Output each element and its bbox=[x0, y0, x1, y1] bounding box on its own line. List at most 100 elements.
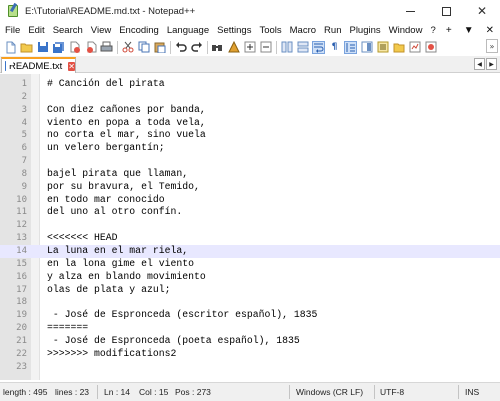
undo-icon[interactable] bbox=[174, 41, 187, 54]
menu-edit[interactable]: Edit bbox=[24, 25, 48, 36]
toolbar-overflow-button[interactable]: » bbox=[486, 39, 498, 53]
code-line[interactable]: 3 Con diez cañones por banda, bbox=[0, 104, 500, 117]
status-eol-format[interactable]: Windows (CR LF) bbox=[296, 383, 363, 401]
line-number: 1 bbox=[21, 79, 27, 89]
tab-scroll-left-button[interactable]: ◀ bbox=[474, 58, 485, 70]
close-window-button[interactable]: ✕ bbox=[464, 0, 500, 22]
cut-icon[interactable] bbox=[121, 41, 134, 54]
line-text: <<<<<<< HEAD bbox=[47, 232, 118, 244]
menu-view[interactable]: View bbox=[87, 25, 115, 36]
code-line[interactable]: 12 bbox=[0, 219, 500, 232]
menu-search[interactable]: Search bbox=[49, 25, 87, 36]
line-text: >>>>>>> modifications2 bbox=[47, 347, 177, 359]
document-map-icon[interactable] bbox=[360, 41, 373, 54]
code-line[interactable]: 5 no corta el mar, sino vuela bbox=[0, 129, 500, 142]
line-number: 8 bbox=[21, 168, 27, 179]
menu-language[interactable]: Language bbox=[163, 25, 213, 36]
editor-lines: 1 # Canción del pirata 2 3 Con diez cañones … bbox=[0, 78, 500, 373]
status-position: Pos : 273 bbox=[175, 387, 211, 397]
find-icon[interactable] bbox=[211, 41, 224, 54]
code-line[interactable]: 8 bajel pirata que llaman, bbox=[0, 168, 500, 181]
record-macro-icon[interactable] bbox=[424, 41, 437, 54]
redo-icon[interactable] bbox=[190, 41, 203, 54]
code-line[interactable]: 20 ======= bbox=[0, 322, 500, 335]
line-text: viento en popa a toda vela, bbox=[47, 116, 206, 128]
paste-icon[interactable] bbox=[153, 41, 166, 54]
code-line[interactable]: 2 bbox=[0, 91, 500, 104]
toolbar-separator bbox=[117, 40, 118, 54]
line-number: 7 bbox=[21, 156, 27, 167]
indent-guide-icon[interactable] bbox=[344, 40, 357, 54]
menu-help[interactable]: ? bbox=[426, 25, 439, 36]
maximize-button[interactable] bbox=[428, 0, 464, 22]
show-all-chars-icon[interactable]: ¶ bbox=[328, 41, 341, 54]
open-file-icon[interactable] bbox=[20, 41, 33, 54]
status-encoding[interactable]: UTF-8 bbox=[380, 383, 404, 401]
minimize-button[interactable] bbox=[392, 0, 428, 22]
code-line[interactable]: 22 >>>>>>> modifications2 bbox=[0, 348, 500, 361]
line-number: 20 bbox=[16, 323, 27, 334]
status-divider bbox=[289, 385, 290, 399]
save-all-icon[interactable] bbox=[52, 41, 65, 54]
menu-macro[interactable]: Macro bbox=[286, 25, 320, 36]
status-lines: lines : 23 bbox=[55, 387, 90, 397]
folder-workspace-icon[interactable] bbox=[392, 41, 405, 54]
close-icon[interactable]: ✕ bbox=[68, 61, 75, 71]
code-line[interactable]: 10 en todo mar conocido bbox=[0, 194, 500, 207]
new-tab-button[interactable]: + bbox=[440, 25, 458, 36]
menu-plugins[interactable]: Plugins bbox=[345, 25, 384, 36]
status-bar: length : 495 lines : 23 Ln : 14 Col : 15… bbox=[0, 382, 500, 401]
code-line[interactable]: 15 en la lona gime el viento bbox=[0, 258, 500, 271]
line-text: por su bravura, el Temido, bbox=[47, 180, 200, 192]
sync-horizontal-icon[interactable] bbox=[296, 41, 309, 54]
menu-run[interactable]: Run bbox=[320, 25, 345, 36]
close-tab-button[interactable]: ✕ bbox=[480, 25, 500, 36]
close-icon[interactable] bbox=[68, 41, 81, 54]
word-wrap-icon[interactable] bbox=[312, 40, 325, 54]
new-file-icon[interactable] bbox=[4, 41, 17, 54]
function-list-icon[interactable] bbox=[376, 41, 389, 54]
tab-bar: README.txt ✕ ◀ ▶ bbox=[0, 56, 500, 73]
code-line[interactable]: 16 y alza en blando movimiento bbox=[0, 271, 500, 284]
zoom-out-icon[interactable] bbox=[259, 41, 272, 54]
save-icon[interactable] bbox=[36, 41, 49, 54]
line-number: 11 bbox=[16, 207, 27, 218]
editor-area[interactable]: 1 # Canción del pirata 2 3 Con diez cañones … bbox=[0, 74, 500, 380]
title-bar: E:\Tutorial\README.md.txt - Notepad++ ✕ bbox=[0, 0, 500, 22]
menu-settings[interactable]: Settings bbox=[213, 25, 255, 36]
code-line[interactable]: 21 - José de Espronceda (poeta español),… bbox=[0, 335, 500, 348]
current-line[interactable]: 14 La luna en el mar riela, bbox=[0, 244, 500, 258]
code-line[interactable]: 18 bbox=[0, 296, 500, 309]
menu-window[interactable]: Window bbox=[385, 25, 427, 36]
menu-file[interactable]: File bbox=[0, 25, 24, 36]
zoom-in-icon[interactable] bbox=[243, 41, 256, 54]
copy-icon[interactable] bbox=[137, 41, 150, 54]
code-line[interactable]: 9 por su bravura, el Temido, bbox=[0, 181, 500, 194]
menu-encoding[interactable]: Encoding bbox=[115, 25, 163, 36]
line-number: 10 bbox=[16, 194, 27, 205]
monitoring-icon[interactable] bbox=[408, 41, 421, 54]
code-line[interactable]: 17 olas de plata y azul; bbox=[0, 284, 500, 297]
tab-list-button[interactable]: ▼ bbox=[458, 25, 480, 36]
menu-tools[interactable]: Tools bbox=[255, 25, 285, 36]
toolbar-separator bbox=[170, 40, 171, 54]
print-icon[interactable] bbox=[100, 41, 113, 54]
line-number: 5 bbox=[21, 130, 27, 141]
code-line[interactable]: 6 un velero bergantín; bbox=[0, 142, 500, 155]
line-number: 6 bbox=[21, 143, 27, 154]
window-title: E:\Tutorial\README.md.txt - Notepad++ bbox=[25, 5, 196, 17]
code-line[interactable]: 7 bbox=[0, 155, 500, 168]
code-line[interactable]: 13 <<<<<<< HEAD bbox=[0, 232, 500, 245]
close-all-icon[interactable] bbox=[84, 41, 97, 54]
replace-icon[interactable] bbox=[227, 41, 240, 54]
code-line[interactable]: 1 # Canción del pirata bbox=[0, 78, 500, 91]
code-line[interactable]: 4 viento en popa a toda vela, bbox=[0, 117, 500, 130]
tab-scroll-right-button[interactable]: ▶ bbox=[486, 58, 497, 70]
sync-vertical-icon[interactable] bbox=[280, 41, 293, 54]
code-line[interactable]: 11 del uno al otro confín. bbox=[0, 206, 500, 219]
status-insert-mode[interactable]: INS bbox=[465, 383, 479, 401]
code-line[interactable]: 23 bbox=[0, 361, 500, 374]
code-line[interactable]: 19 - José de Espronceda (escritor españo… bbox=[0, 309, 500, 322]
toolbar-separator bbox=[207, 40, 208, 54]
tab-readme[interactable]: README.txt ✕ bbox=[1, 57, 76, 73]
